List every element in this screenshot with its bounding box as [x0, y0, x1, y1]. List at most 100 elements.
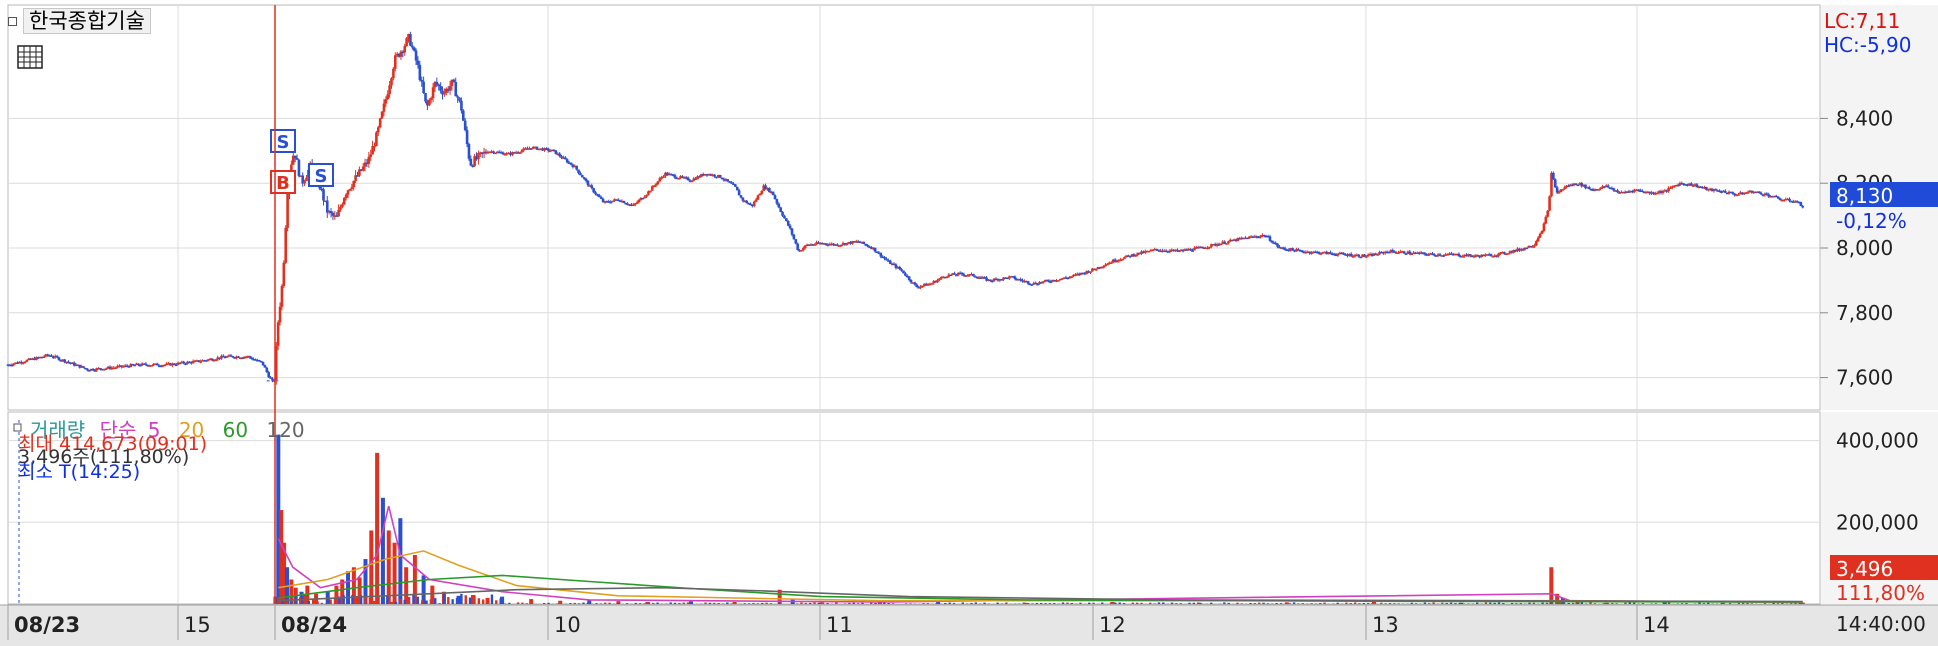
stock-chart[interactable]: 7,6007,8008,0008,2008,400 200,000400,000…	[0, 0, 1938, 646]
candle-body	[55, 355, 59, 358]
volume-bar	[1750, 603, 1754, 604]
candle-body	[786, 221, 790, 226]
x-tick-label: 08/23	[14, 613, 80, 637]
candle-body	[1606, 185, 1610, 188]
volume-bar	[961, 602, 964, 604]
candle-body	[921, 285, 924, 288]
candle-body	[1026, 281, 1030, 284]
volume-bar	[368, 597, 372, 604]
volume-bar	[1013, 603, 1017, 604]
volume-bar	[420, 600, 424, 604]
candle-body	[1506, 253, 1510, 255]
volume-bar	[573, 602, 576, 604]
candle-body	[1723, 190, 1727, 193]
candle-body	[1557, 192, 1561, 194]
candle-body	[953, 273, 956, 275]
candle-body	[1525, 247, 1529, 250]
candle-body	[1461, 256, 1464, 258]
volume-bar	[1445, 602, 1448, 604]
candle-body	[42, 356, 46, 359]
volume-bar	[1026, 602, 1030, 604]
candle-body	[1587, 187, 1591, 189]
candle-body	[461, 110, 465, 121]
candle-body	[280, 286, 284, 307]
candle-body	[658, 178, 662, 182]
volume-bar	[948, 602, 951, 604]
candle-body	[1552, 172, 1555, 180]
candle-body	[376, 127, 380, 133]
candle-body	[467, 144, 471, 159]
volume-bar	[508, 602, 511, 604]
volume-bar	[1515, 603, 1518, 604]
volume-bar	[595, 603, 598, 604]
volume-bar	[791, 603, 794, 604]
candle-body	[104, 368, 108, 370]
candle-body	[741, 197, 745, 201]
volume-bar	[1545, 602, 1549, 604]
candle-body	[718, 174, 722, 178]
volume-bar	[1070, 603, 1073, 604]
volume-bar	[1275, 603, 1278, 604]
volume-bar	[1301, 603, 1305, 604]
stock-title-box[interactable]: 한국종합기술	[8, 8, 151, 34]
volume-bar	[1066, 602, 1069, 604]
volume-bar	[647, 602, 651, 604]
volume-bar	[1223, 602, 1226, 604]
candle-body	[737, 190, 741, 196]
candle-body	[730, 182, 733, 184]
volume-bar	[922, 603, 925, 604]
candle-body	[1788, 198, 1791, 201]
candle-body	[369, 154, 373, 157]
candle-body	[713, 174, 716, 177]
candle-body	[565, 159, 569, 163]
table-grid-icon[interactable]	[17, 45, 43, 69]
volume-bar	[1458, 602, 1461, 604]
volume-bar	[1380, 602, 1383, 604]
candle-body	[598, 195, 601, 198]
volume-bar	[743, 603, 746, 604]
volume-bar	[1441, 602, 1444, 604]
candle-body	[416, 60, 420, 65]
candle-body	[754, 199, 758, 202]
volume-bar	[1258, 602, 1261, 604]
candle-body	[734, 184, 737, 187]
volume-bar	[861, 602, 864, 604]
volume-bar	[1776, 603, 1780, 604]
price-panel[interactable]	[7, 4, 1821, 411]
candle-body	[418, 64, 422, 81]
candle-body	[1208, 246, 1211, 249]
candle-body	[913, 282, 917, 285]
candle-body	[276, 322, 280, 346]
candle-body	[794, 239, 798, 244]
candle-body	[554, 150, 558, 155]
candle-body	[1542, 223, 1546, 232]
volume-bar	[346, 603, 350, 604]
candle-body	[862, 241, 866, 244]
candle-body	[303, 180, 306, 184]
candle-body	[282, 262, 286, 287]
candle-body	[1365, 256, 1368, 258]
volume-bar	[778, 602, 781, 604]
candle-body	[518, 152, 522, 154]
volume-bar	[1061, 602, 1065, 604]
candle-body	[773, 195, 777, 200]
candle-body	[760, 190, 764, 194]
candle-body	[331, 212, 335, 216]
candle-body	[392, 68, 395, 79]
candle-body	[295, 158, 299, 160]
volume-bar	[1092, 602, 1095, 604]
volume-bar	[285, 601, 289, 604]
candle-body	[673, 175, 677, 178]
volume-bar	[909, 603, 912, 604]
volume-bar	[329, 599, 332, 604]
candle-body	[898, 266, 901, 270]
candle-body	[261, 361, 265, 366]
candle-body	[93, 370, 97, 372]
volume-bar	[625, 603, 629, 604]
volume-bar	[1720, 603, 1723, 604]
candle-body	[329, 211, 333, 213]
candle-body	[781, 211, 784, 216]
x-tick-label: 12	[1099, 613, 1126, 637]
volume-bar	[1676, 603, 1679, 604]
volume-bar	[1236, 602, 1239, 604]
